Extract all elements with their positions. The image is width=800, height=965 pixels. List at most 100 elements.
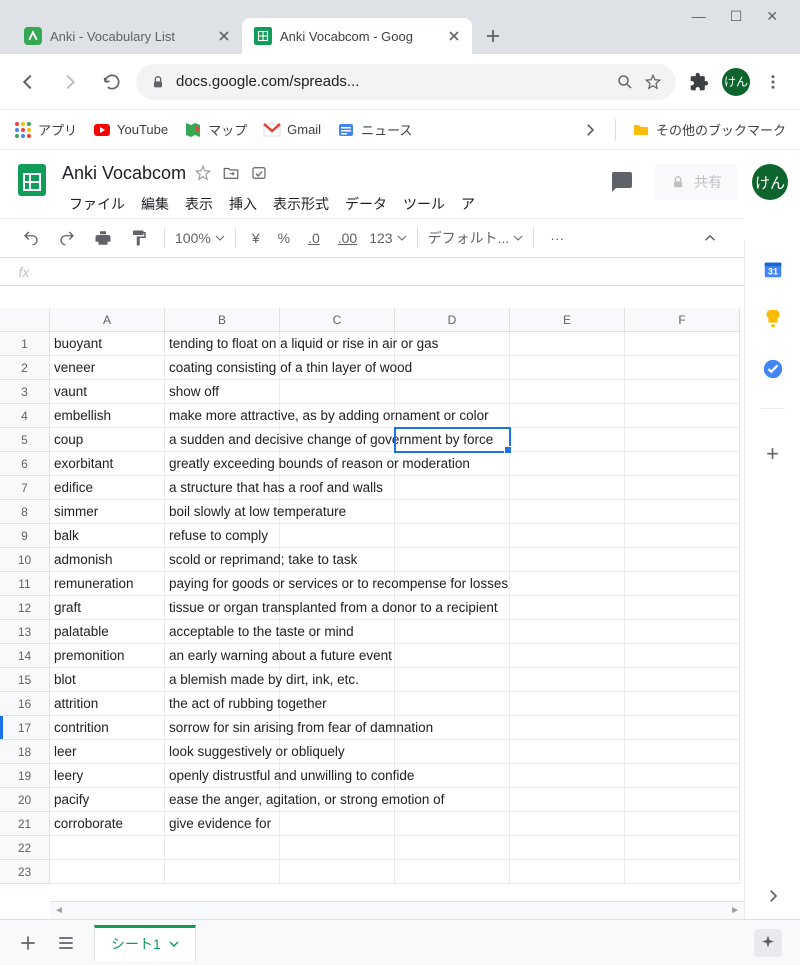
formula-input[interactable] <box>48 264 744 279</box>
cell[interactable] <box>395 548 510 572</box>
cloud-status-icon[interactable] <box>250 164 268 182</box>
close-window-button[interactable]: ✕ <box>766 8 778 25</box>
cell[interactable]: pacify <box>50 788 165 812</box>
increase-decimal-button[interactable]: .00 <box>332 226 363 250</box>
cell[interactable]: refuse to comply <box>165 524 280 548</box>
kebab-menu-button[interactable] <box>756 65 790 99</box>
row-header[interactable]: 8 <box>0 500 50 524</box>
scroll-left-button[interactable]: ◄ <box>54 905 64 916</box>
cell[interactable] <box>510 524 625 548</box>
reload-button[interactable] <box>94 64 130 100</box>
cell[interactable] <box>395 836 510 860</box>
cell[interactable]: openly distrustful and unwilling to conf… <box>165 764 280 788</box>
cell[interactable] <box>395 692 510 716</box>
other-bookmarks[interactable]: その他のブックマーク <box>632 120 786 139</box>
star-icon[interactable] <box>194 164 212 182</box>
row-header[interactable]: 2 <box>0 356 50 380</box>
row-header[interactable]: 12 <box>0 596 50 620</box>
back-button[interactable] <box>10 64 46 100</box>
cell[interactable]: sorrow for sin arising from fear of damn… <box>165 716 280 740</box>
cell[interactable] <box>625 668 740 692</box>
cell[interactable] <box>395 668 510 692</box>
cell[interactable] <box>395 476 510 500</box>
row-header[interactable]: 17 <box>0 716 50 740</box>
cell[interactable]: a sudden and decisive change of governme… <box>165 428 280 452</box>
cell[interactable] <box>625 404 740 428</box>
row-header[interactable]: 9 <box>0 524 50 548</box>
move-folder-icon[interactable] <box>222 164 240 182</box>
percent-button[interactable]: % <box>272 226 296 250</box>
cell[interactable] <box>50 836 165 860</box>
paint-format-button[interactable] <box>124 225 154 251</box>
maps-bookmark[interactable]: マップ <box>184 120 247 139</box>
cell[interactable]: leery <box>50 764 165 788</box>
cell[interactable] <box>625 692 740 716</box>
menu-tools[interactable]: ツール <box>396 190 452 218</box>
row-header[interactable]: 7 <box>0 476 50 500</box>
add-sheet-button[interactable] <box>18 933 38 953</box>
cell[interactable] <box>510 380 625 404</box>
cell[interactable]: vaunt <box>50 380 165 404</box>
cell[interactable]: a blemish made by dirt, ink, etc. <box>165 668 280 692</box>
cell[interactable]: ease the anger, agitation, or strong emo… <box>165 788 280 812</box>
explore-button[interactable] <box>754 929 782 957</box>
cell[interactable] <box>395 740 510 764</box>
cell[interactable] <box>165 836 280 860</box>
cell[interactable] <box>625 524 740 548</box>
cell[interactable] <box>625 836 740 860</box>
horizontal-scrollbar[interactable]: ◄ ► <box>50 901 744 919</box>
cell[interactable] <box>510 836 625 860</box>
cell[interactable]: admonish <box>50 548 165 572</box>
cell[interactable] <box>165 860 280 884</box>
number-format-dropdown[interactable]: 123 <box>369 230 406 246</box>
cell[interactable]: an early warning about a future event <box>165 644 280 668</box>
menu-data[interactable]: データ <box>338 190 394 218</box>
cell[interactable] <box>280 860 395 884</box>
cell[interactable]: show off <box>165 380 280 404</box>
cell[interactable]: contrition <box>50 716 165 740</box>
cell[interactable] <box>510 764 625 788</box>
cell[interactable] <box>280 380 395 404</box>
news-bookmark[interactable]: ニュース <box>337 120 412 139</box>
fx-icon[interactable]: fx <box>0 264 48 280</box>
cell[interactable] <box>625 356 740 380</box>
cell[interactable] <box>510 476 625 500</box>
cell[interactable] <box>510 860 625 884</box>
print-button[interactable] <box>88 225 118 251</box>
keep-icon[interactable] <box>762 308 784 330</box>
cell[interactable] <box>510 500 625 524</box>
tasks-icon[interactable] <box>762 358 784 380</box>
cell[interactable] <box>625 764 740 788</box>
cell[interactable] <box>625 548 740 572</box>
cell[interactable] <box>395 860 510 884</box>
row-header[interactable]: 20 <box>0 788 50 812</box>
gmail-bookmark[interactable]: Gmail <box>263 121 321 139</box>
cell[interactable] <box>625 812 740 836</box>
calendar-icon[interactable]: 31 <box>762 258 784 280</box>
cell[interactable] <box>625 428 740 452</box>
cell[interactable] <box>510 548 625 572</box>
cell[interactable]: look suggestively or obliquely <box>165 740 280 764</box>
cell[interactable]: edifice <box>50 476 165 500</box>
cell[interactable] <box>510 668 625 692</box>
cell[interactable]: coating consisting of a thin layer of wo… <box>165 356 280 380</box>
cell[interactable] <box>395 380 510 404</box>
cell[interactable]: tissue or organ transplanted from a dono… <box>165 596 280 620</box>
cell[interactable] <box>625 860 740 884</box>
browser-tab-sheets[interactable]: Anki Vocabcom - Goog <box>242 18 472 54</box>
cell[interactable]: graft <box>50 596 165 620</box>
cell[interactable]: give evidence for <box>165 812 280 836</box>
cell[interactable] <box>625 500 740 524</box>
decrease-decimal-button[interactable]: .0 <box>302 226 326 250</box>
cell[interactable] <box>625 596 740 620</box>
row-header[interactable]: 14 <box>0 644 50 668</box>
row-header[interactable]: 22 <box>0 836 50 860</box>
column-header[interactable]: F <box>625 308 740 332</box>
column-header[interactable]: A <box>50 308 165 332</box>
menu-insert[interactable]: 挿入 <box>222 190 264 218</box>
cell[interactable]: exorbitant <box>50 452 165 476</box>
row-header[interactable]: 6 <box>0 452 50 476</box>
menu-edit[interactable]: 編集 <box>134 190 176 218</box>
cell[interactable]: paying for goods or services or to recom… <box>165 572 280 596</box>
cell[interactable] <box>50 860 165 884</box>
